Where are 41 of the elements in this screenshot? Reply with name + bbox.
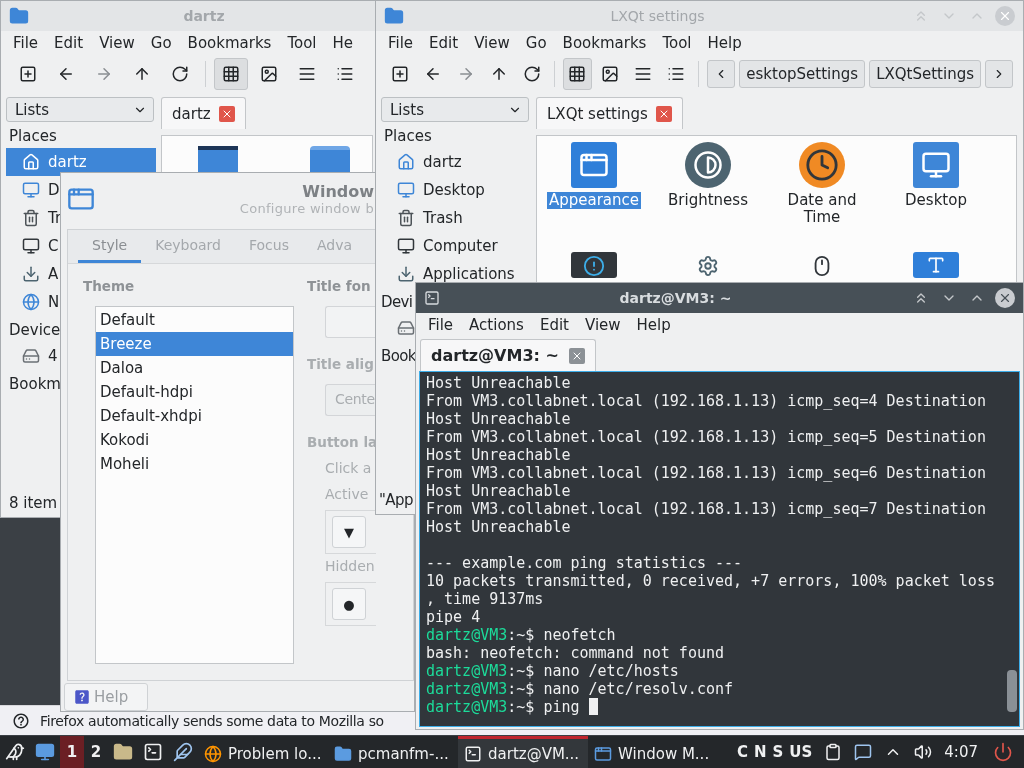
section-heading: Places bbox=[8, 126, 57, 147]
status-text: 8 item bbox=[9, 494, 58, 512]
terminal-line: bash: neofetch: command not found bbox=[426, 644, 725, 662]
terminal-line: From VM3.collabnet.local (192.168.1.13) icmp_seq=7 Destination bbox=[426, 500, 987, 518]
group-label: Hidden bbox=[325, 558, 375, 576]
section-heading: Places bbox=[383, 126, 432, 147]
window-title: LXQt settings bbox=[610, 8, 705, 24]
hint-text: Click a bbox=[325, 460, 372, 478]
terminal-line: Host Unreachable bbox=[426, 374, 572, 392]
terminal-line: dartz@VM3:~$ nano /etc/resolv.conf bbox=[426, 680, 735, 698]
terminal-line: 10 packets transmitted, 0 received, +7 errors, 100% packet loss bbox=[426, 572, 996, 590]
status-text: "App bbox=[379, 491, 413, 509]
terminal-line: Host Unreachable bbox=[426, 482, 572, 500]
terminal-line: pipe 4 bbox=[426, 608, 482, 626]
section-heading: Bookm bbox=[8, 374, 61, 395]
terminal-line: Host Unreachable bbox=[426, 410, 572, 428]
keyboard-indicator: N bbox=[753, 743, 767, 761]
dialog-title: Window bbox=[302, 182, 374, 201]
section-heading: Devi bbox=[381, 292, 413, 313]
dialog-subtitle: Configure window b bbox=[239, 201, 374, 216]
keyboard-indicator: S bbox=[772, 743, 784, 761]
section-heading: Title alig bbox=[307, 356, 374, 374]
terminal-line: dartz@VM3:~$ nano /etc/hosts bbox=[426, 662, 680, 680]
terminal-line: --- example.com ping statistics --- bbox=[426, 554, 744, 572]
section-heading: Book bbox=[381, 346, 416, 367]
notification-text: Firefox automatically sends some data to Mozilla so bbox=[40, 712, 384, 729]
terminal-line: From VM3.collabnet.local (192.168.1.13) icmp_seq=4 Destination bbox=[426, 392, 987, 410]
terminal-line: , time 9137ms bbox=[426, 590, 545, 608]
section-heading: Theme bbox=[83, 278, 135, 296]
terminal-line: dartz@VM3:~$ ping bbox=[426, 698, 1005, 716]
section-heading: Device bbox=[8, 320, 61, 341]
terminal-line: Host Unreachable bbox=[426, 446, 572, 464]
section-heading: Title fon bbox=[307, 278, 371, 296]
terminal-line: From VM3.collabnet.local (192.168.1.13) icmp_seq=6 Destination bbox=[426, 464, 987, 482]
window-title: dartz bbox=[183, 8, 225, 24]
group-label: Active bbox=[325, 486, 369, 504]
terminal-line: From VM3.collabnet.local (192.168.1.13) icmp_seq=5 Destination bbox=[426, 428, 987, 446]
terminal-line: Host Unreachable bbox=[426, 518, 572, 536]
keyboard-indicator: C bbox=[736, 743, 748, 761]
window-title: dartz@VM3: ~ bbox=[619, 290, 732, 306]
terminal-line: dartz@VM3:~$ neofetch bbox=[426, 626, 617, 644]
